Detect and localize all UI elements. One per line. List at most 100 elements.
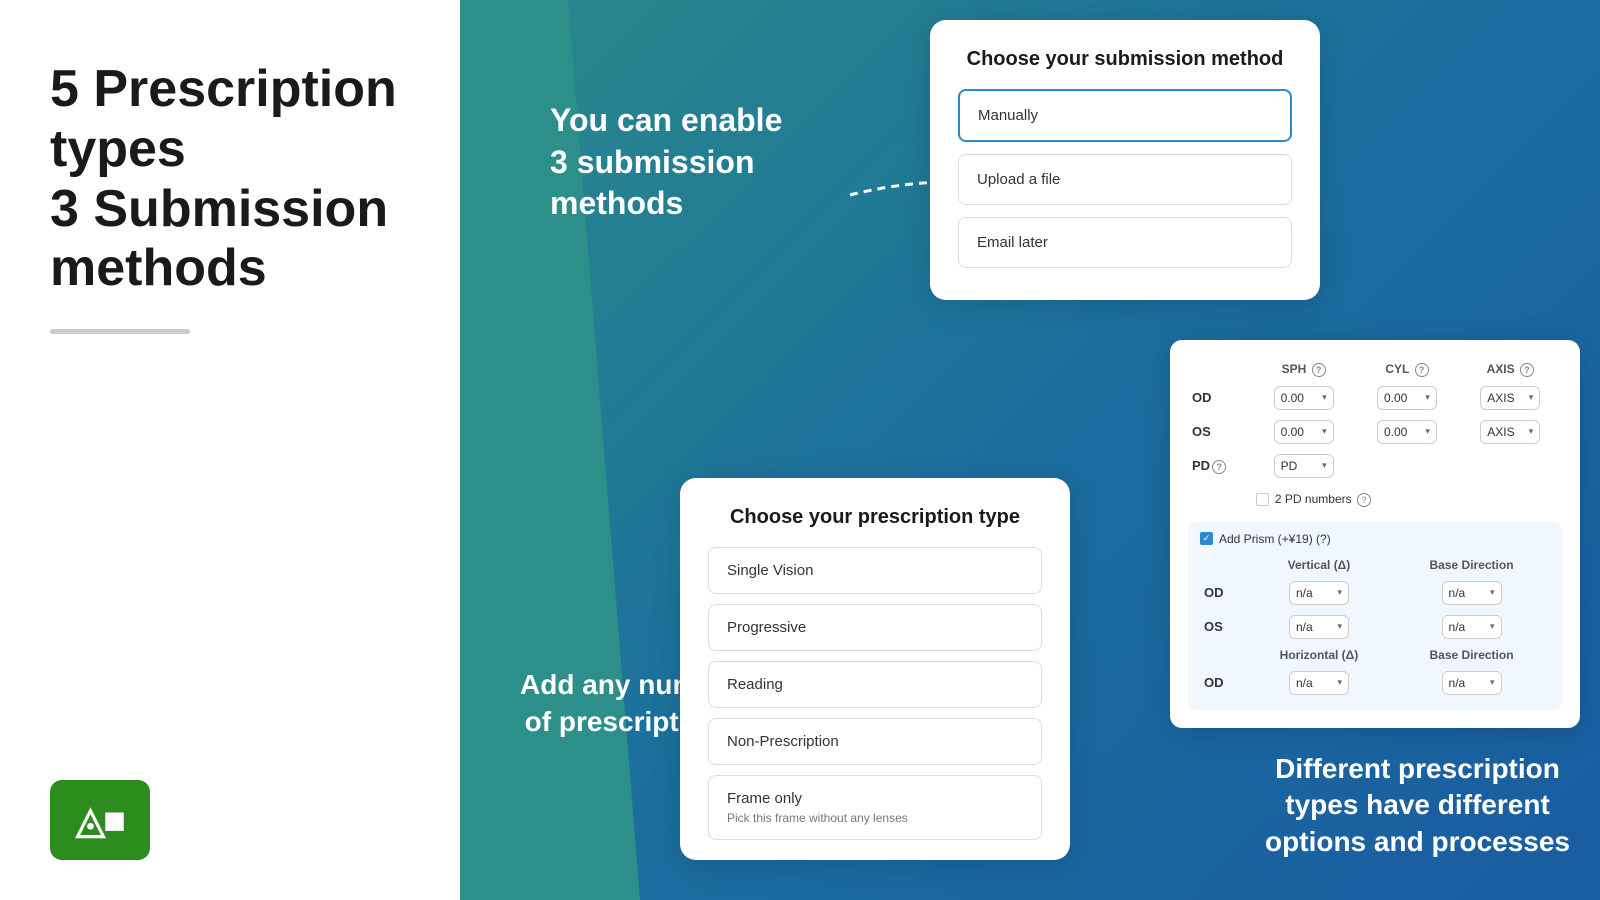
od-axis-cell: AXIS ▾ [1459,381,1562,415]
frame-only-sub: Pick this frame without any lenses [727,811,1023,825]
cyl-header: CYL ? [1355,358,1458,381]
pd-value: PD [1281,459,1298,473]
pd-row: PD? PD ▾ [1188,449,1562,483]
horizontal-delta-header: Horizontal (Δ) [1245,644,1393,666]
pd-select[interactable]: PD ▾ [1274,454,1334,478]
two-pd-label: 2 PD numbers ? [1275,492,1371,507]
enable-line3: methods [550,185,683,221]
prism-os-v-select[interactable]: n/a ▾ [1289,615,1349,639]
prism-od-label: OD [1200,576,1245,610]
title-line3: methods [50,239,267,297]
os-axis-value: AXIS [1487,425,1514,439]
axis-info-icon: ? [1520,363,1534,377]
prescription-card-title: Choose your prescription type [708,506,1042,529]
os-sph-cell: 0.00 ▾ [1252,415,1355,449]
base-direction-header-1: Base Direction [1393,554,1550,576]
prescription-option-single-vision[interactable]: Single Vision [708,547,1042,594]
vertical-delta-header: Vertical (Δ) [1245,554,1393,576]
prism-os-label: OS [1200,610,1245,644]
od-sph-value: 0.00 [1281,391,1304,405]
prism-os-v-value: n/a [1296,620,1313,634]
submission-option-upload[interactable]: Upload a file [958,154,1292,205]
os-sph-value: 0.00 [1281,425,1304,439]
prism-h-od-label: OD [1200,666,1245,700]
prism-os-bd-cell: n/a ▾ [1393,610,1550,644]
prism-od-bd-value: n/a [1449,586,1466,600]
prism-h-bd-cell: n/a ▾ [1393,666,1550,700]
os-cyl-cell: 0.00 ▾ [1355,415,1458,449]
non-prescription-label: Non-Prescription [727,733,839,750]
prism-h-od-select[interactable]: n/a ▾ [1289,671,1349,695]
prescription-option-non-prescription[interactable]: Non-Prescription [708,718,1042,765]
chevron-down-icon: ▾ [1490,621,1495,632]
table-row: Horizontal (Δ) Base Direction [1200,644,1550,666]
prism-od-v-select[interactable]: n/a ▾ [1289,581,1349,605]
chevron-down-icon: ▾ [1322,392,1327,403]
od-sph-select[interactable]: 0.00 ▾ [1274,386,1334,410]
add-prism-checkbox[interactable]: ✓ [1200,532,1213,545]
enable-line2: 3 submission [550,144,755,180]
cyl-info-icon: ? [1415,363,1429,377]
submission-card-title: Choose your submission method [958,48,1292,71]
prism-header: ✓ Add Prism (+¥19) (?) [1200,532,1550,546]
prism-h-od-value: n/a [1296,676,1313,690]
two-pd-checkbox[interactable] [1256,493,1269,506]
logo-box: ◬■ [50,780,150,860]
prism-section: ✓ Add Prism (+¥19) (?) Vertical (Δ) Base… [1188,522,1562,710]
table-row: OS 0.00 ▾ 0.00 ▾ [1188,415,1562,449]
od-axis-select[interactable]: AXIS ▾ [1480,386,1540,410]
logo-area: ◬■ [50,780,410,860]
two-pd-row: 2 PD numbers ? [1188,483,1562,516]
reading-label: Reading [727,676,783,693]
prism-table: Vertical (Δ) Base Direction OD n/a ▾ [1200,554,1550,700]
enable-text: You can enable 3 submission methods [550,100,870,225]
bottom-right-line1: Different prescription [1275,753,1560,784]
os-label: OS [1188,415,1252,449]
left-panel-content: 5 Prescription types 3 Submission method… [50,60,410,334]
prism-h-bd-value: n/a [1449,676,1466,690]
prescription-option-progressive[interactable]: Progressive [708,604,1042,651]
submission-option-manually[interactable]: Manually [958,89,1292,142]
table-row: OD 0.00 ▾ 0.00 ▾ [1188,381,1562,415]
od-cyl-select[interactable]: 0.00 ▾ [1377,386,1437,410]
pd-label-cell: PD? [1188,449,1252,483]
add-prism-label: Add Prism (+¥19) (?) [1219,532,1331,546]
prism-od-bd-select[interactable]: n/a ▾ [1442,581,1502,605]
prism-od-v-value: n/a [1296,586,1313,600]
prescription-option-reading[interactable]: Reading [708,661,1042,708]
bottom-right-text: Different prescription types have differ… [1265,751,1570,860]
bottom-right-line2: types have different [1285,789,1550,820]
right-panel: You can enable 3 submission methods Add … [460,0,1600,900]
left-panel: 5 Prescription types 3 Submission method… [0,0,460,900]
submission-option-upload-label: Upload a file [977,171,1060,188]
main-title: 5 Prescription types 3 Submission method… [50,60,410,299]
chevron-down-icon: ▾ [1529,426,1534,437]
bottom-right-line3: options and processes [1265,826,1570,857]
frame-only-label: Frame only [727,790,802,807]
os-cyl-select[interactable]: 0.00 ▾ [1377,420,1437,444]
os-sph-select[interactable]: 0.00 ▾ [1274,420,1334,444]
prescription-card: Choose your prescription type Single Vis… [680,478,1070,860]
prism-od-bd-cell: n/a ▾ [1393,576,1550,610]
chevron-down-icon: ▾ [1425,392,1430,403]
table-row: OD n/a ▾ n/a ▾ [1200,666,1550,700]
single-vision-label: Single Vision [727,562,813,579]
axis-header: AXIS ? [1459,358,1562,381]
od-label: OD [1188,381,1252,415]
chevron-down-icon: ▾ [1322,460,1327,471]
od-axis-value: AXIS [1487,391,1514,405]
submission-option-email-label: Email later [977,234,1048,251]
prescription-option-frame-only[interactable]: Frame only Pick this frame without any l… [708,775,1042,840]
chevron-down-icon: ▾ [1337,587,1342,598]
chevron-down-icon: ▾ [1322,426,1327,437]
prism-os-bd-select[interactable]: n/a ▾ [1442,615,1502,639]
pd-info-icon: ? [1212,460,1226,474]
chevron-down-icon: ▾ [1490,677,1495,688]
pd-value-cell: PD ▾ [1252,449,1355,483]
submission-option-email[interactable]: Email later [958,217,1292,268]
two-pd-info-icon: ? [1357,493,1371,507]
os-cyl-value: 0.00 [1384,425,1407,439]
os-axis-select[interactable]: AXIS ▾ [1480,420,1540,444]
prism-h-bd-select[interactable]: n/a ▾ [1442,671,1502,695]
chevron-down-icon: ▾ [1490,587,1495,598]
